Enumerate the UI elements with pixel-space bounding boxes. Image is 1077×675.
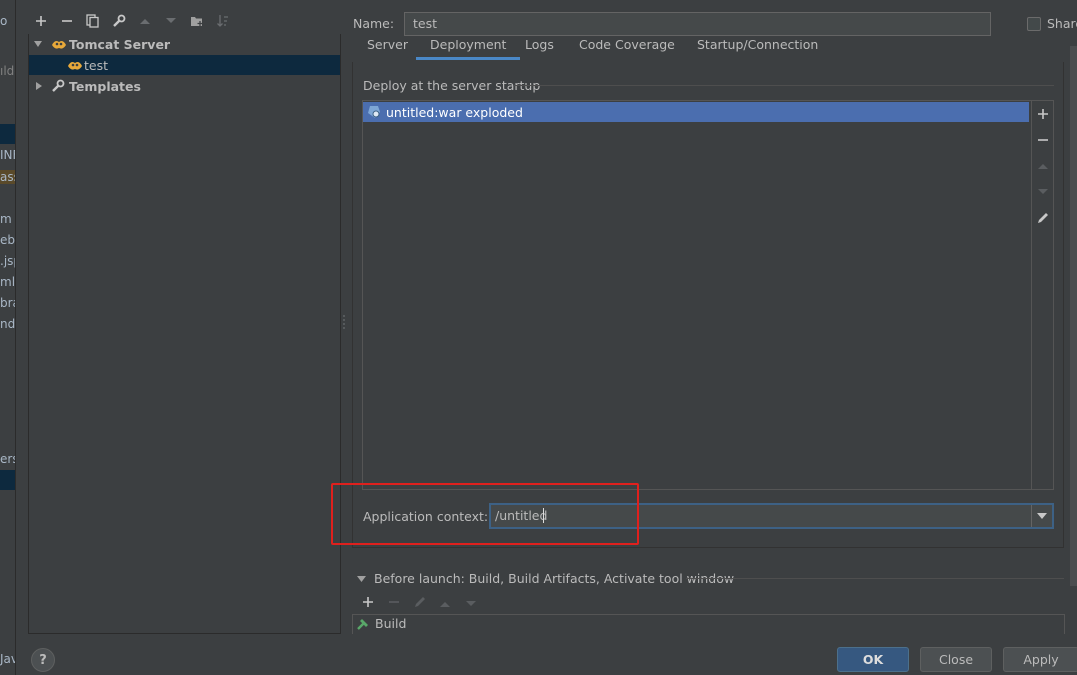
collapse-arrow-icon[interactable] (34, 79, 44, 94)
configurations-toolbar (28, 8, 340, 34)
move-up-icon[interactable] (439, 597, 451, 612)
strip-text: o (0, 14, 8, 28)
ok-button[interactable]: OK (837, 647, 909, 672)
before-launch-label: Before launch: Build, Build Artifacts, A… (374, 571, 735, 586)
move-down-icon[interactable] (160, 10, 182, 32)
list-item[interactable]: untitled:war exploded (363, 102, 1029, 122)
list-item-label: Build (375, 616, 407, 631)
copy-icon[interactable] (82, 10, 104, 32)
add-icon[interactable] (1033, 104, 1053, 124)
tab-logs[interactable]: Logs (525, 40, 554, 52)
sort-icon[interactable] (212, 10, 234, 32)
strip-text: nd (0, 317, 16, 331)
edit-icon[interactable] (413, 595, 427, 612)
new-folder-icon[interactable] (186, 10, 208, 32)
chevron-down-icon[interactable] (1031, 505, 1052, 527)
remove-icon[interactable] (56, 10, 78, 32)
apply-button[interactable]: Apply (1003, 647, 1077, 672)
tab-code-coverage[interactable]: Code Coverage (579, 40, 675, 52)
panel-splitter[interactable] (342, 314, 346, 332)
artifact-icon (367, 105, 381, 119)
tomcat-icon (51, 37, 67, 54)
share-label: Share (1047, 16, 1077, 31)
ide-background-strip: o ılde INF asse m eb.x .jsp ml brar nd e… (0, 0, 16, 675)
move-up-icon[interactable] (1033, 156, 1053, 176)
tree-item-tomcat-server[interactable]: Tomcat Server (29, 34, 340, 54)
move-down-icon[interactable] (1033, 182, 1053, 202)
strip-text: asse (0, 170, 15, 184)
tree-item-test[interactable]: test (29, 55, 340, 75)
tab-startup-connection[interactable]: Startup/Connection (697, 40, 818, 52)
tomcat-icon (67, 58, 83, 75)
hammer-icon (356, 617, 370, 631)
annotation-highlight (331, 483, 639, 545)
edit-icon[interactable] (1033, 208, 1053, 228)
section-divider (514, 85, 1054, 86)
add-icon[interactable] (362, 596, 374, 611)
before-launch-list[interactable] (352, 614, 1065, 634)
wrench-icon[interactable] (108, 10, 130, 32)
remove-icon[interactable] (1033, 130, 1053, 150)
expand-arrow-icon[interactable] (33, 37, 43, 52)
tree-label: test (84, 57, 109, 73)
tree-item-templates[interactable]: Templates (29, 76, 340, 96)
tab-server[interactable]: Server (367, 40, 408, 52)
share-checkbox[interactable] (1027, 17, 1041, 31)
deploy-artifacts-list[interactable] (362, 100, 1054, 490)
close-button[interactable]: Close (920, 647, 992, 672)
help-button[interactable]: ? (31, 648, 55, 672)
move-up-icon[interactable] (134, 10, 156, 32)
add-icon[interactable] (30, 10, 52, 32)
strip-text: ılde (0, 64, 15, 78)
strip-text: Jav (0, 652, 15, 666)
remove-icon[interactable] (388, 596, 400, 611)
name-label: Name: (353, 16, 395, 31)
before-launch-header[interactable]: Before launch: Build, Build Artifacts, A… (357, 571, 734, 586)
strip-text: ers (0, 452, 15, 466)
move-down-icon[interactable] (465, 597, 477, 612)
wrench-icon (51, 79, 65, 96)
configurations-tree: Tomcat Server test Templates (28, 34, 341, 634)
strip-text: ml (0, 275, 16, 289)
strip-text: .jsp (0, 254, 15, 268)
strip-text: brar (0, 296, 15, 310)
list-item-label: untitled:war exploded (386, 104, 523, 120)
tree-label: Templates (69, 78, 141, 94)
expand-arrow-icon[interactable] (357, 575, 366, 583)
tab-deployment[interactable]: Deployment (415, 40, 522, 60)
name-field[interactable]: test (404, 12, 991, 36)
strip-text: m (0, 212, 12, 226)
scrollbar[interactable] (1070, 46, 1077, 586)
strip-selection (0, 124, 15, 144)
section-divider (686, 578, 1064, 579)
strip-text: eb.x (0, 233, 15, 247)
strip-text: INF (0, 148, 15, 162)
list-item[interactable]: Build (356, 616, 406, 631)
tree-label: Tomcat Server (69, 36, 171, 52)
strip-selection (0, 470, 15, 490)
tab-bar: Server Deployment Logs Code Coverage Sta… (352, 40, 1062, 62)
